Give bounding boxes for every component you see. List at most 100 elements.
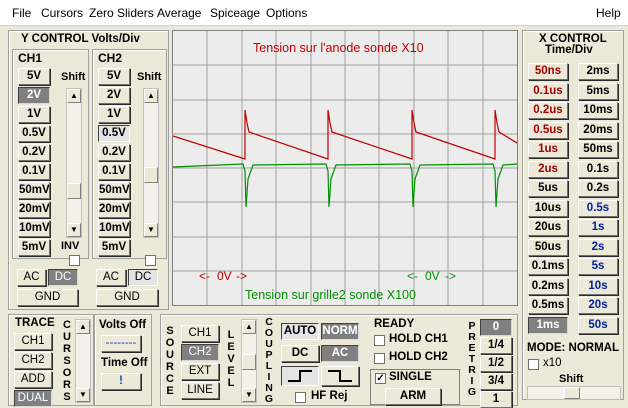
time-div-button[interactable]: 2s [578, 238, 618, 256]
ch2-volt-button[interactable]: 0.2V [98, 144, 130, 161]
trace-ch1-button[interactable]: CH1 [14, 333, 52, 350]
ch2-volt-button[interactable]: 0.5V [98, 125, 130, 142]
ch2-volt-button[interactable]: 50mV [98, 182, 130, 199]
time-div-button[interactable]: 10ms [578, 102, 618, 119]
ch1-shift-scrollbar[interactable]: ▲ ▼ [66, 88, 82, 238]
ch2-shift-scrollbar[interactable]: ▲ ▼ [143, 88, 159, 238]
scroll-down-icon[interactable]: ▼ [242, 388, 256, 402]
scroll-up-icon[interactable]: ▲ [76, 320, 90, 334]
time-div-button[interactable]: 1s [578, 219, 618, 236]
scroll-up-icon[interactable]: ▲ [144, 89, 158, 103]
time-div-button[interactable]: 0.5us [528, 121, 568, 139]
ch2-volt-button[interactable]: 5V [98, 68, 130, 85]
scroll-thumb[interactable] [144, 167, 158, 183]
time-div-button[interactable]: 50us [528, 238, 568, 256]
ch1-volt-button[interactable]: 10mV [18, 220, 50, 237]
time-div-button[interactable]: 0.1ms [528, 258, 568, 275]
menu-average[interactable]: Average [157, 6, 201, 20]
ch1-volt-button[interactable]: 0.1V [18, 163, 50, 180]
time-cursor-button[interactable]: ! [101, 373, 141, 390]
hold-ch1-checkbox[interactable] [374, 335, 385, 346]
trace-dual-button[interactable]: DUAL [14, 390, 52, 407]
scroll-thumb[interactable] [242, 354, 256, 370]
menu-help[interactable]: Help [596, 6, 621, 20]
time-div-button[interactable]: 0.5s [578, 199, 618, 217]
scroll-thumb[interactable] [67, 183, 81, 199]
time-div-button[interactable]: 0.2ms [528, 277, 568, 295]
source-ch2-button[interactable]: CH2 [181, 344, 219, 361]
pretrig-three-quarter-button[interactable]: 3/4 [480, 373, 512, 390]
ch1-volt-button[interactable]: 1V [18, 106, 50, 123]
pretrig-quarter-button[interactable]: 1/4 [480, 337, 512, 354]
time-div-button[interactable]: 0.1s [578, 160, 618, 178]
norm-button[interactable]: NORM [321, 323, 359, 340]
ch1-volt-button[interactable]: 5mV [18, 239, 50, 256]
ch1-volt-button[interactable]: 50mV [18, 182, 50, 199]
time-div-button[interactable]: 0.1us [528, 82, 568, 100]
menu-spiceage[interactable]: Spiceage [210, 6, 260, 20]
scroll-down-icon[interactable]: ▼ [67, 223, 81, 237]
falling-edge-button[interactable] [321, 366, 359, 386]
hf-rej-checkbox[interactable] [295, 392, 306, 403]
scroll-down-icon[interactable]: ▼ [76, 388, 90, 402]
time-div-button[interactable]: 10s [578, 277, 618, 295]
scroll-thumb[interactable] [564, 387, 580, 399]
hold-ch2-checkbox[interactable] [374, 353, 385, 364]
time-div-button[interactable]: 20us [528, 219, 568, 236]
source-line-button[interactable]: LINE [181, 382, 219, 399]
arm-button[interactable]: ARM [385, 388, 441, 405]
ch2-dc-button[interactable]: DC [128, 269, 158, 286]
source-ch1-button[interactable]: CH1 [181, 325, 219, 342]
auto-button[interactable]: AUTO [281, 323, 319, 340]
ch1-volt-button[interactable]: 0.5V [18, 125, 50, 142]
time-div-button[interactable]: 0.5ms [528, 297, 568, 314]
menu-options[interactable]: Options [266, 6, 307, 20]
ch2-volt-button[interactable]: 20mV [98, 201, 130, 218]
ch1-volt-button[interactable]: 5V [18, 68, 50, 85]
ch2-ac-button[interactable]: AC [96, 269, 126, 286]
menu-zero-sliders[interactable]: Zero Sliders [89, 6, 154, 20]
trig-ac-button[interactable]: AC [321, 345, 359, 362]
ch2-volt-button[interactable]: 10mV [98, 220, 130, 237]
x-shift-scrollbar[interactable] [527, 386, 621, 400]
ch2-volt-button[interactable]: 0.1V [98, 163, 130, 180]
time-div-button[interactable]: 2ms [578, 63, 618, 80]
time-div-button[interactable]: 5ms [578, 82, 618, 100]
volts-cursor-button[interactable]: -------- [101, 335, 141, 352]
cursor-scrollbar[interactable]: ▲ ▼ [75, 319, 91, 403]
trace-add-button[interactable]: ADD [14, 371, 52, 388]
x10-checkbox[interactable] [528, 359, 539, 370]
ch2-volt-button[interactable]: 5mV [98, 239, 130, 256]
time-div-button[interactable]: 50ns [528, 63, 568, 80]
time-div-button[interactable]: 0.2us [528, 102, 568, 119]
time-div-button[interactable]: 20ms [578, 121, 618, 139]
ch1-ac-button[interactable]: AC [17, 269, 46, 286]
ch1-gnd-button[interactable]: GND [17, 289, 78, 306]
pretrig-half-button[interactable]: 1/2 [480, 355, 512, 372]
ch1-inv-checkbox[interactable] [69, 255, 80, 266]
time-div-button[interactable]: 1us [528, 141, 568, 158]
level-scrollbar[interactable]: ▲ ▼ [241, 319, 257, 403]
ch1-volt-button[interactable]: 20mV [18, 201, 50, 218]
time-div-button[interactable]: 2us [528, 160, 568, 178]
ch2-volt-button[interactable]: 1V [98, 106, 130, 123]
scroll-down-icon[interactable]: ▼ [144, 223, 158, 237]
time-div-button[interactable]: 5us [528, 180, 568, 197]
menu-cursors[interactable]: Cursors [41, 6, 83, 20]
time-div-button[interactable]: 0.2s [578, 180, 618, 197]
pretrig-1-button[interactable]: 1 [480, 391, 512, 408]
time-div-button[interactable]: 1ms [528, 316, 568, 334]
source-ext-button[interactable]: EXT [181, 363, 219, 380]
ch2-volt-button[interactable]: 2V [98, 87, 130, 104]
single-check-icon[interactable]: ✓ [375, 373, 386, 384]
menu-file[interactable]: File [12, 6, 31, 20]
pretrig-0-button[interactable]: 0 [480, 319, 512, 336]
trace-ch2-button[interactable]: CH2 [14, 352, 52, 369]
time-div-button[interactable]: 20s [578, 297, 618, 314]
ch2-gnd-button[interactable]: GND [96, 289, 158, 306]
rising-edge-button[interactable] [281, 366, 319, 386]
ch1-volt-button[interactable]: 0.2V [18, 144, 50, 161]
ch2-inv-checkbox[interactable] [145, 255, 156, 266]
time-div-button[interactable]: 50s [578, 316, 618, 334]
time-div-button[interactable]: 5s [578, 258, 618, 275]
